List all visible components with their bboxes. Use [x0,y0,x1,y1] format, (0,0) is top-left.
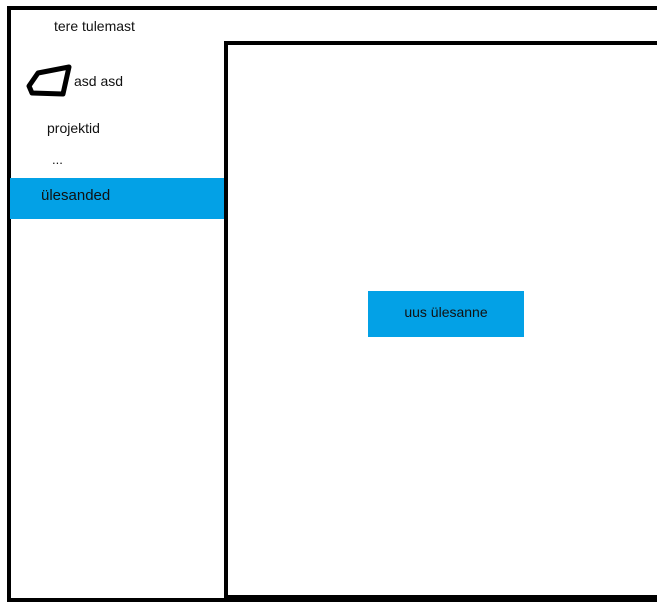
user-name: asd asd [74,73,124,89]
new-task-button[interactable]: uus ülesanne [368,291,524,337]
user-avatar-icon [26,64,72,97]
sidebar-item-more[interactable]: ... [52,153,63,167]
sidebar-item-tasks[interactable]: ülesanded [10,178,227,219]
sidebar-item-projects[interactable]: projektid [47,120,100,136]
welcome-text: tere tulemast [54,18,135,34]
